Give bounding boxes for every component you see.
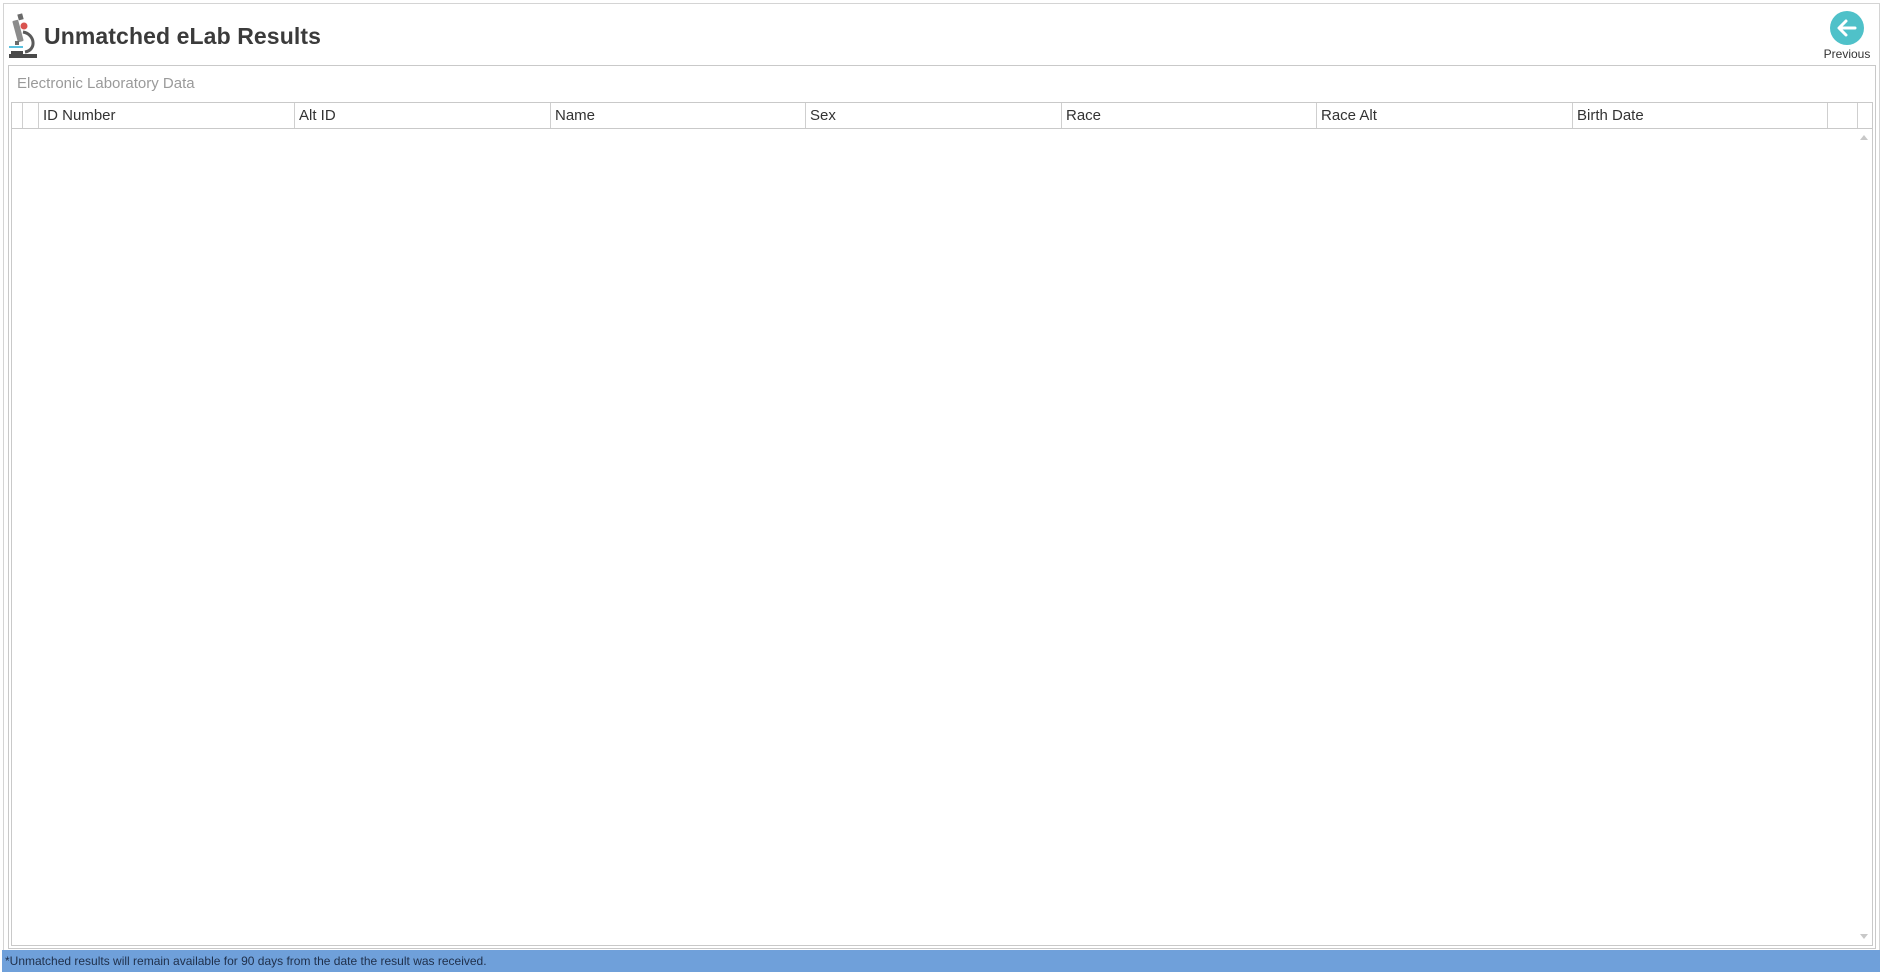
status-message: *Unmatched results will remain available… [5, 954, 487, 968]
column-header-birth-date[interactable]: Birth Date [1573, 103, 1828, 128]
page-title: Unmatched eLab Results [44, 23, 321, 49]
microscope-icon [7, 12, 39, 60]
column-header-filler [1828, 103, 1858, 128]
previous-label: Previous [1823, 47, 1871, 61]
main-window: Unmatched eLab Results Previous Electron… [3, 3, 1880, 972]
page-header: Unmatched eLab Results Previous [4, 4, 1879, 64]
vertical-scrollbar[interactable] [1856, 129, 1872, 945]
column-header-id-number[interactable]: ID Number [39, 103, 295, 128]
column-header-alt-id[interactable]: Alt ID [295, 103, 551, 128]
arrow-left-icon [1830, 11, 1864, 45]
column-header-name[interactable]: Name [551, 103, 806, 128]
electronic-lab-data-panel: Electronic Laboratory Data ID Number Alt… [8, 65, 1876, 949]
scroll-up-icon[interactable] [1860, 135, 1868, 140]
column-header-race-alt[interactable]: Race Alt [1317, 103, 1573, 128]
previous-button[interactable]: Previous [1819, 7, 1875, 63]
grid-header: ID Number Alt ID Name Sex Race Race Alt … [12, 103, 1872, 129]
row-indicator-header [12, 103, 23, 128]
scroll-down-icon[interactable] [1860, 934, 1868, 939]
status-bar: *Unmatched results will remain available… [2, 950, 1880, 972]
row-expand-header [23, 103, 39, 128]
column-header-sex[interactable]: Sex [806, 103, 1062, 128]
column-header-race[interactable]: Race [1062, 103, 1317, 128]
grid-body [12, 129, 1872, 945]
panel-caption: Electronic Laboratory Data [17, 75, 195, 92]
results-grid: ID Number Alt ID Name Sex Race Race Alt … [11, 102, 1873, 946]
